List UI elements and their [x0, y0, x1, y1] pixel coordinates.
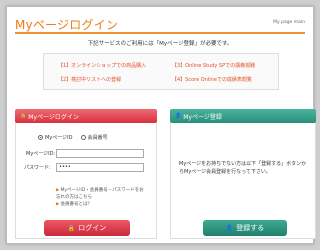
service-item: 【4】Score Onlineでの成績表閲覧: [172, 77, 252, 83]
id-input[interactable]: [56, 149, 144, 158]
register-button-label: 登録する: [236, 224, 265, 232]
register-description: Myページをお持ちでない方は以下「登録する」ボタンからMyページ会員登録を行なっ…: [179, 161, 307, 175]
arrow-icon: ▶: [56, 202, 60, 207]
service-item: 【2】検討中リストへの登録: [58, 77, 122, 83]
radio-button-selected[interactable]: [38, 135, 43, 140]
login-button-label: ログイン: [78, 224, 107, 232]
login-heading-bar: 🔒 Myページログイン: [15, 109, 157, 123]
arrow-icon: ▶: [56, 188, 60, 193]
radio-label: 会員番号: [87, 135, 108, 141]
help-links: ▶MyページID・会員番号・パスワードをお忘れの方はこちら ▶会員番号とは？: [56, 187, 146, 208]
register-heading: Myページ登録: [183, 113, 222, 121]
service-item: 【3】Online Study SPでの講義視聴: [172, 63, 256, 69]
radio-mypage-id[interactable]: MyページID: [38, 134, 73, 141]
link-text: 会員番号とは？: [60, 202, 92, 207]
service-item: 【1】オンラインショップでの商品購入: [58, 63, 147, 69]
login-heading: Myページログイン: [28, 113, 79, 121]
id-label: MyページID:: [26, 151, 56, 157]
password-label: パスワード:: [24, 165, 51, 171]
register-heading-bar: 👤 Myページ登録: [170, 109, 316, 123]
service-list: 【1】オンラインショップでの商品購入 【2】検討中リストへの登録 【3】Onli…: [43, 53, 279, 90]
radio-label: MyページID: [45, 135, 73, 141]
intro-text: 下記サービスのご利用には「Myページ登録」が必要です。: [87, 41, 233, 47]
register-box: Myページをお持ちでない方は以下「登録する」ボタンからMyページ会員登録を行なっ…: [170, 123, 316, 239]
page-subtitle: My page main: [273, 20, 305, 25]
login-type-radios: MyページID 会員番号: [38, 134, 108, 141]
user-icon: 👤: [175, 113, 182, 119]
member-number-help-link[interactable]: ▶会員番号とは？: [56, 201, 146, 208]
page-title: Myページログイン: [15, 18, 119, 32]
register-section: 👤 Myページ登録 Myページをお持ちでない方は以下「登録する」ボタンからMyペ…: [170, 109, 316, 245]
login-button[interactable]: 🔒 ログイン: [44, 220, 130, 236]
login-page-panel: Myページログイン My page main 下記サービスのご利用には「Myペー…: [6, 6, 316, 245]
user-icon: 👤: [225, 224, 234, 232]
radio-member-number[interactable]: 会員番号: [80, 134, 108, 141]
lock-icon: 🔒: [67, 224, 76, 232]
header-divider: [15, 32, 305, 34]
forgot-credentials-link[interactable]: ▶MyページID・会員番号・パスワードをお忘れの方はこちら: [56, 187, 146, 201]
lock-icon: 🔒: [20, 113, 27, 119]
link-text: MyページID・会員番号・パスワードをお忘れの方はこちら: [56, 188, 144, 200]
password-input[interactable]: ••••: [56, 163, 144, 172]
login-box: MyページID 会員番号 MyページID: パスワード: •••• ▶Myページ…: [15, 123, 157, 239]
login-section: 🔒 Myページログイン MyページID 会員番号 MyページID: パスワード:…: [15, 109, 157, 245]
radio-button[interactable]: [80, 135, 86, 140]
register-button[interactable]: 👤 登録する: [203, 220, 287, 236]
